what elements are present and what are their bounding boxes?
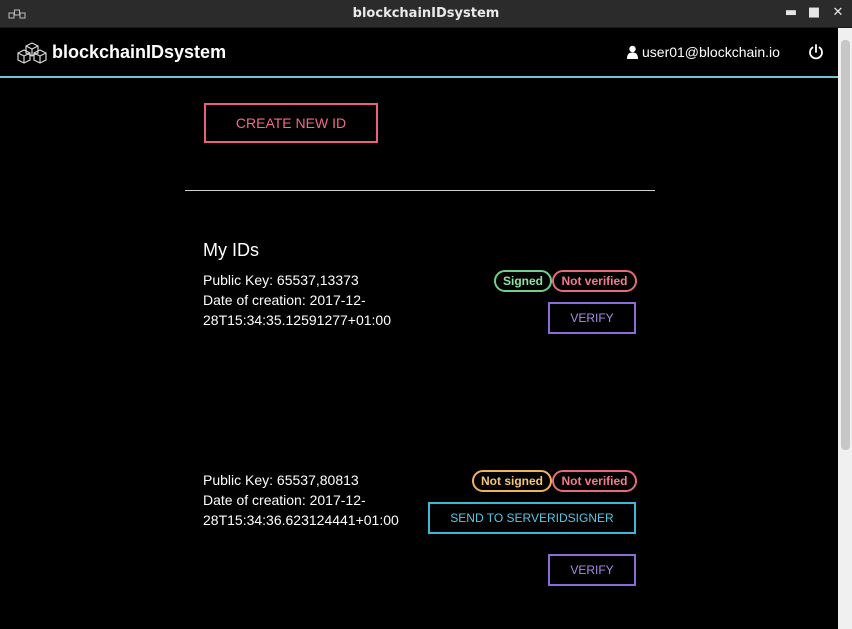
verify-button[interactable]: VERIFY xyxy=(548,302,636,334)
creation-date-line1: Date of creation: 2017-12- xyxy=(203,492,366,508)
creation-date-line2: 28T15:34:35.12591277+01:00 xyxy=(203,312,392,328)
power-icon[interactable] xyxy=(808,44,824,60)
not-signed-badge: Not signed xyxy=(472,470,552,492)
scrollbar-thumb[interactable] xyxy=(841,40,850,450)
divider xyxy=(185,190,655,191)
window-title: blockchainIDsystem xyxy=(352,6,500,21)
maximize-button[interactable]: ■ xyxy=(806,5,822,21)
public-key: Public Key: 65537,80813 xyxy=(203,472,359,488)
close-button[interactable]: ✕ xyxy=(830,5,846,21)
minimize-button[interactable]: ▬ xyxy=(783,5,799,21)
brand-name[interactable]: blockchainIDsystem xyxy=(52,42,226,63)
app-header: blockchainIDsystem user01@blockchain.io xyxy=(0,28,838,78)
cubes-icon xyxy=(17,42,47,64)
public-key: Public Key: 65537,13373 xyxy=(203,272,359,288)
window-titlebar: blockchainIDsystem ▬ ■ ✕ xyxy=(0,0,852,28)
not-verified-badge: Not verified xyxy=(552,270,637,292)
send-to-serveridsigner-button[interactable]: SEND TO SERVERIDSIGNER xyxy=(428,502,636,534)
creation-date-line2: 28T15:34:36.623124441+01:00 xyxy=(203,512,399,528)
user-email[interactable]: user01@blockchain.io xyxy=(642,44,780,60)
creation-date-line1: Date of creation: 2017-12- xyxy=(203,292,366,308)
create-new-id-button[interactable]: CREATE NEW ID xyxy=(204,103,378,143)
verify-button[interactable]: VERIFY xyxy=(548,554,636,586)
user-icon xyxy=(627,45,638,59)
not-verified-badge: Not verified xyxy=(552,470,637,492)
signed-badge: Signed xyxy=(494,270,552,292)
my-ids-title: My IDs xyxy=(203,240,259,260)
